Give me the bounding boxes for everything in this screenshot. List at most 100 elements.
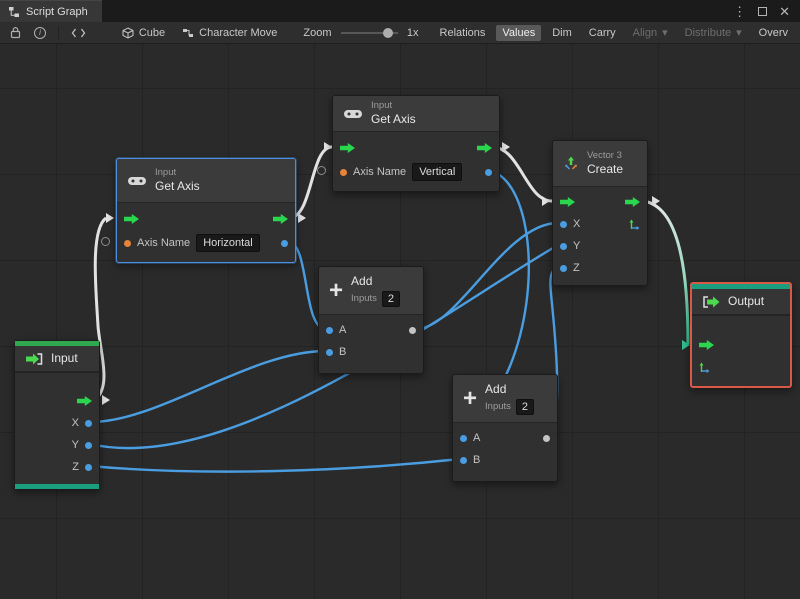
wire-arrowhead	[542, 196, 550, 206]
input-b-port[interactable]	[326, 348, 333, 356]
relations-button[interactable]: Relations	[434, 25, 492, 41]
maximize-icon[interactable]	[758, 6, 768, 16]
vector3-icon	[565, 156, 577, 170]
y-out-port[interactable]	[85, 441, 92, 449]
cube-button[interactable]: Cube	[116, 25, 171, 41]
node-input-event[interactable]: Input X Y Z	[14, 340, 100, 490]
info-button[interactable]: i	[30, 26, 50, 39]
inputs-label: Inputs	[351, 293, 377, 305]
row-label-z: Z	[72, 461, 79, 473]
control-in-port[interactable]	[699, 340, 714, 350]
string-in-port[interactable]	[340, 168, 347, 176]
control-in-port[interactable]	[340, 143, 355, 153]
input-a-port[interactable]	[460, 434, 467, 442]
script-graph-window: Script Graph ⋮ ✕ i Cube Character Move Z…	[0, 0, 800, 599]
control-out-port[interactable]	[77, 396, 92, 406]
wire-flow-vertical-to-vector3[interactable]	[491, 145, 553, 203]
sum-out-port[interactable]	[409, 326, 416, 334]
row-label-b: B	[339, 346, 347, 358]
graph-asset-icon	[183, 28, 194, 37]
node-title: Add	[485, 382, 507, 396]
cube-icon	[122, 26, 134, 39]
overview-button[interactable]: Overv	[753, 25, 794, 41]
y-in-port[interactable]	[560, 242, 567, 250]
gamepad-icon	[344, 109, 362, 118]
values-button[interactable]: Values	[496, 24, 542, 41]
wire-value-input-z-to-add2-b[interactable]	[89, 457, 461, 473]
node-output-event[interactable]: Output	[690, 282, 792, 388]
graph-canvas[interactable]: Input Get Axis Axis Name Vertical Input …	[0, 44, 800, 599]
input-b-port[interactable]	[460, 456, 467, 464]
wire-arrowhead	[298, 213, 306, 223]
vector3-in-port-icon[interactable]	[699, 362, 710, 373]
node-title: Get Axis	[371, 111, 416, 126]
carry-label: Carry	[588, 26, 616, 39]
control-out-port[interactable]	[477, 143, 492, 153]
row-label-x: X	[573, 218, 581, 230]
sum-out-port[interactable]	[543, 434, 550, 442]
row-label-b: B	[473, 454, 481, 466]
align-button[interactable]: Align ▾	[627, 24, 674, 41]
add-icon: +	[329, 276, 344, 304]
node-get-axis-horizontal[interactable]: Input Get Axis Axis Name Horizontal	[116, 158, 296, 263]
inputs-label: Inputs	[485, 401, 511, 413]
close-icon[interactable]: ✕	[779, 5, 790, 18]
caret-icon: ▾	[736, 27, 742, 39]
gamepad-icon	[128, 176, 146, 185]
graph-asset-button[interactable]: Character Move	[176, 25, 283, 41]
cube-label: Cube	[138, 26, 166, 39]
hollow-value-indicator[interactable]	[317, 166, 326, 175]
toolbar-separator	[58, 26, 59, 39]
vector3-out-port-icon[interactable]	[629, 219, 640, 230]
tab-script-graph[interactable]: Script Graph	[0, 0, 102, 22]
node-get-axis-vertical[interactable]: Input Get Axis Axis Name Vertical	[332, 95, 500, 192]
z-out-port[interactable]	[85, 463, 92, 471]
wire-value-input-x-to-add1-b[interactable]	[89, 349, 327, 424]
wire-flow-vector3-to-output[interactable]	[642, 199, 690, 345]
node-add-2[interactable]: + Add Inputs 2 A B	[452, 374, 558, 482]
axis-name-field[interactable]: Horizontal	[196, 234, 260, 252]
fit-view-button[interactable]	[67, 28, 90, 38]
zoom-label: Zoom	[303, 26, 332, 39]
x-out-port[interactable]	[85, 419, 92, 427]
output-event-icon	[703, 295, 720, 308]
node-vector3-create[interactable]: Vector 3 Create X Y Z	[552, 140, 648, 286]
node-add-1[interactable]: + Add Inputs 2 A B	[318, 266, 424, 374]
axis-name-field[interactable]: Vertical	[412, 163, 463, 181]
row-label-a: A	[339, 324, 347, 336]
carry-button[interactable]: Carry	[583, 25, 622, 41]
float-out-port[interactable]	[485, 168, 492, 176]
lock-button[interactable]	[6, 26, 25, 39]
row-label-x: X	[71, 417, 79, 429]
x-in-port[interactable]	[560, 220, 567, 228]
node-category: Input	[371, 100, 393, 112]
wire-arrowhead	[324, 142, 332, 152]
brackets-icon	[71, 28, 85, 37]
inputs-count-field[interactable]: 2	[381, 291, 401, 307]
control-in-port[interactable]	[124, 214, 139, 224]
row-label-a: A	[473, 432, 481, 444]
window-menu-icon[interactable]: ⋮	[733, 5, 746, 18]
inputs-count-field[interactable]: 2	[515, 399, 535, 415]
float-out-port[interactable]	[281, 239, 288, 247]
values-label: Values	[502, 26, 536, 39]
dim-label: Dim	[552, 26, 572, 39]
row-label-y: Y	[573, 240, 581, 252]
lock-icon	[10, 27, 21, 39]
control-in-port[interactable]	[560, 197, 575, 207]
zoom-slider[interactable]	[340, 27, 398, 38]
info-icon: i	[34, 26, 46, 39]
dim-button[interactable]: Dim	[546, 25, 578, 41]
hollow-value-indicator[interactable]	[101, 237, 110, 246]
input-a-port[interactable]	[326, 326, 333, 334]
node-title: Input	[51, 351, 78, 365]
zoom-slider-knob[interactable]	[382, 27, 393, 38]
node-title: Create	[587, 161, 624, 176]
control-out-port[interactable]	[625, 197, 640, 207]
z-in-port[interactable]	[560, 264, 567, 272]
wire-value-add1-to-vector3-x[interactable]	[415, 221, 559, 331]
string-in-port[interactable]	[124, 239, 131, 247]
node-title: Get Axis	[155, 178, 200, 193]
distribute-button[interactable]: Distribute ▾	[679, 24, 748, 41]
control-out-port[interactable]	[273, 214, 288, 224]
